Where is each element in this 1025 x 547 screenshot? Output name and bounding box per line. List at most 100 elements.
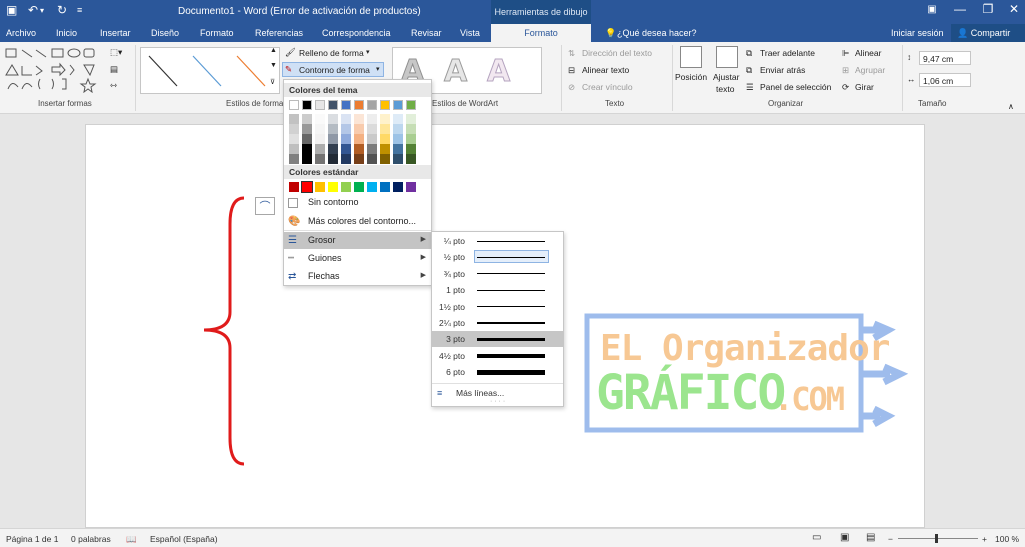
theme-color-swatch[interactable] xyxy=(302,114,312,124)
theme-color-swatch[interactable] xyxy=(341,124,351,134)
redo-icon[interactable]: ↻ xyxy=(57,3,67,17)
theme-color-swatch[interactable] xyxy=(393,100,403,110)
shape-fill-icon[interactable]: 🖌 xyxy=(285,47,296,58)
theme-color-swatch[interactable] xyxy=(367,124,377,134)
theme-color-swatch[interactable] xyxy=(406,144,416,154)
proofing-icon[interactable]: 📖 xyxy=(126,534,137,545)
align-button[interactable]: Alinear xyxy=(855,48,881,58)
theme-color-swatch[interactable] xyxy=(380,154,390,164)
customize-toolbar-icon[interactable]: ≡ xyxy=(77,5,82,15)
position-button[interactable]: Posición xyxy=(675,72,707,82)
weight-option[interactable]: 2¼ pto xyxy=(432,315,563,331)
layout-options-icon[interactable]: ⌒ xyxy=(255,197,275,215)
print-layout-icon[interactable]: ▣ xyxy=(840,532,849,543)
theme-color-swatch[interactable] xyxy=(289,114,299,124)
shapes-gallery[interactable] xyxy=(4,47,104,94)
theme-color-swatch[interactable] xyxy=(406,100,416,110)
tab-referencias[interactable]: Referencias xyxy=(255,28,303,38)
dashes-item[interactable]: ┅ Guiones ▶ xyxy=(284,250,431,267)
share-button[interactable]: 👤 Compartir xyxy=(951,24,1025,42)
close-button[interactable]: ✕ xyxy=(1002,2,1025,16)
group-icon[interactable]: ⊞ xyxy=(842,65,849,76)
theme-color-swatch[interactable] xyxy=(367,144,377,154)
weight-option[interactable]: 4½ pto xyxy=(432,348,563,364)
tab-diseno[interactable]: Diseño xyxy=(151,28,179,38)
theme-color-swatch[interactable] xyxy=(367,154,377,164)
theme-color-swatch[interactable] xyxy=(315,134,325,144)
restore-button[interactable]: ❐ xyxy=(976,2,1000,16)
theme-color-swatch[interactable] xyxy=(328,154,338,164)
text-box-icon[interactable]: ▤ xyxy=(110,64,118,75)
create-link-button[interactable]: Crear vínculo xyxy=(582,82,633,92)
theme-color-swatch[interactable] xyxy=(302,100,312,110)
align-icon[interactable]: ⊫ xyxy=(842,48,849,59)
weight-option[interactable]: 6 pto xyxy=(432,364,563,380)
position-icon[interactable] xyxy=(680,46,702,68)
tell-me-box[interactable]: ¿Qué desea hacer? xyxy=(617,28,697,38)
theme-color-swatch[interactable] xyxy=(341,144,351,154)
theme-color-swatch[interactable] xyxy=(380,144,390,154)
theme-color-swatch[interactable] xyxy=(341,134,351,144)
theme-color-swatch[interactable] xyxy=(354,114,364,124)
theme-color-swatch[interactable] xyxy=(315,100,325,110)
theme-color-swatch[interactable] xyxy=(354,100,364,110)
standard-color-swatch[interactable] xyxy=(393,182,403,192)
theme-color-swatch[interactable] xyxy=(315,144,325,154)
tab-formato-active[interactable]: Formato xyxy=(491,24,591,42)
page-count[interactable]: Página 1 de 1 xyxy=(6,534,58,544)
rotate-icon[interactable]: ⟳ xyxy=(842,82,849,93)
theme-color-swatch[interactable] xyxy=(380,134,390,144)
sign-in-link[interactable]: Iniciar sesión xyxy=(891,28,944,38)
arrows-item[interactable]: ⇄ Flechas ▶ xyxy=(284,268,431,285)
theme-color-swatch[interactable] xyxy=(315,154,325,164)
gallery-scroll-down-icon[interactable]: ▼ xyxy=(270,62,277,69)
theme-color-swatch[interactable] xyxy=(341,100,351,110)
ribbon-options-icon[interactable]: ▣ xyxy=(920,4,944,15)
theme-color-swatch[interactable] xyxy=(393,144,403,154)
standard-color-swatch[interactable] xyxy=(301,181,313,193)
wrap-text-label-1[interactable]: Ajustar xyxy=(713,72,739,82)
gallery-scroll-up-icon[interactable]: ▲ xyxy=(270,47,277,54)
shape-styles-gallery[interactable] xyxy=(140,47,280,94)
theme-color-swatch[interactable] xyxy=(315,114,325,124)
standard-color-swatch[interactable] xyxy=(354,182,364,192)
theme-color-swatch[interactable] xyxy=(341,154,351,164)
bring-forward-icon[interactable]: ⧉ xyxy=(746,48,752,59)
save-icon[interactable]: ▣ xyxy=(6,3,17,17)
edit-shape-icon[interactable]: ⬚▾ xyxy=(110,47,122,58)
theme-color-swatch[interactable] xyxy=(367,114,377,124)
weight-option[interactable]: 3 pto xyxy=(432,331,563,348)
minimize-button[interactable]: — xyxy=(948,2,972,16)
theme-color-swatch[interactable] xyxy=(354,134,364,144)
theme-color-swatch[interactable] xyxy=(302,124,312,134)
theme-color-swatch[interactable] xyxy=(406,124,416,134)
create-link-icon[interactable]: ⊘ xyxy=(568,82,575,93)
tab-vista[interactable]: Vista xyxy=(460,28,480,38)
theme-color-swatch[interactable] xyxy=(289,154,299,164)
theme-color-swatch[interactable] xyxy=(380,124,390,134)
theme-color-swatch[interactable] xyxy=(393,154,403,164)
theme-color-swatch[interactable] xyxy=(289,144,299,154)
shape-fill-dropdown-icon[interactable]: ▾ xyxy=(366,48,370,56)
tab-inicio[interactable]: Inicio xyxy=(56,28,77,38)
read-mode-icon[interactable]: ▭ xyxy=(812,532,821,543)
edit-points-icon[interactable]: ⇿ xyxy=(110,80,117,91)
theme-color-swatch[interactable] xyxy=(406,114,416,124)
theme-color-swatch[interactable] xyxy=(380,114,390,124)
tab-revisar[interactable]: Revisar xyxy=(411,28,442,38)
theme-color-swatch[interactable] xyxy=(380,100,390,110)
align-text-button[interactable]: Alinear texto xyxy=(582,65,629,75)
shape-fill-button[interactable]: Relleno de forma xyxy=(299,48,364,58)
weight-option[interactable]: 1½ pto xyxy=(432,299,563,315)
wrap-text-label-2[interactable]: texto xyxy=(716,84,734,94)
tab-formato-page[interactable]: Formato xyxy=(200,28,234,38)
send-backward-icon[interactable]: ⧉ xyxy=(746,65,752,76)
web-layout-icon[interactable]: ▤ xyxy=(866,532,875,543)
more-lines-item[interactable]: Más líneas... xyxy=(456,388,504,398)
theme-color-swatch[interactable] xyxy=(328,134,338,144)
standard-color-swatch[interactable] xyxy=(406,182,416,192)
weight-item[interactable]: ☰ Grosor ▶ xyxy=(284,232,431,249)
zoom-slider[interactable] xyxy=(898,538,978,539)
tab-correspondencia[interactable]: Correspondencia xyxy=(322,28,391,38)
tab-insertar[interactable]: Insertar xyxy=(100,28,131,38)
